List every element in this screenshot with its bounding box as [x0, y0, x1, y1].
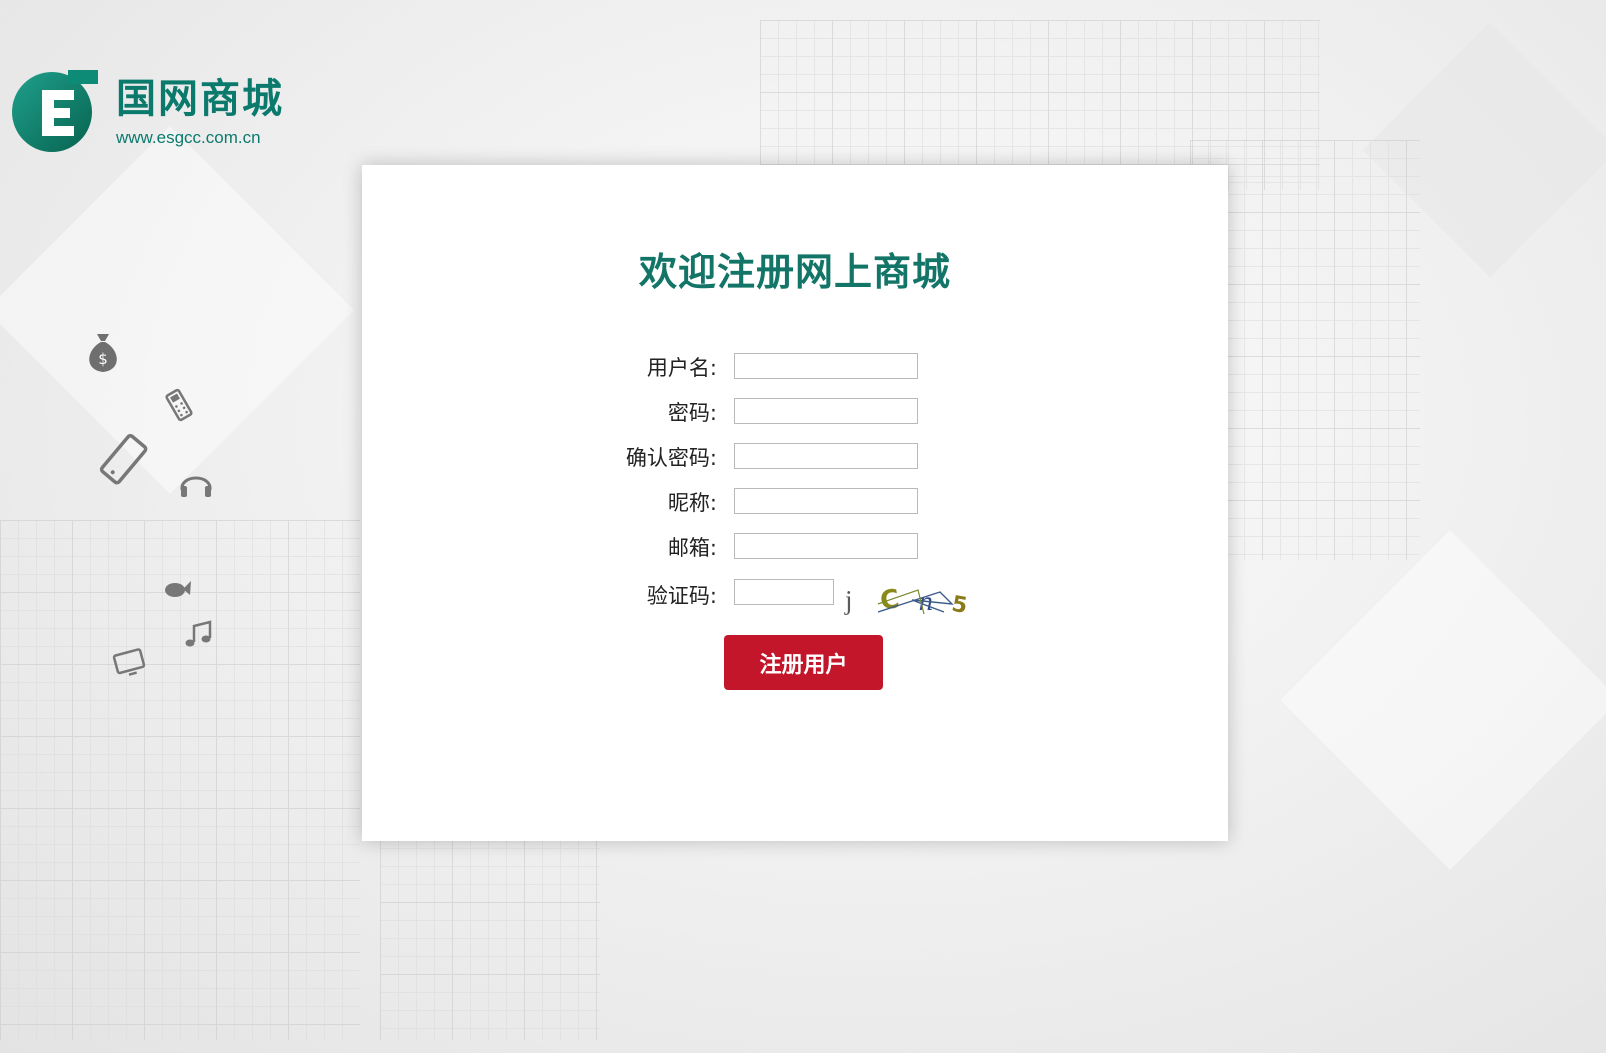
- nickname-label: 昵称:: [667, 491, 717, 515]
- svg-text:$: $: [98, 350, 108, 368]
- nickname-input[interactable]: [734, 488, 918, 514]
- username-input[interactable]: [734, 353, 918, 379]
- confirm-password-input[interactable]: [734, 443, 918, 469]
- background-diamond: [0, 126, 354, 494]
- username-label: 用户名:: [646, 356, 717, 380]
- music-note-icon: [185, 620, 212, 647]
- tv-icon: [112, 648, 146, 676]
- money-bag-icon: $: [89, 334, 117, 372]
- captcha-label: 验证码:: [646, 584, 717, 608]
- background-blueprint: [380, 830, 600, 1040]
- password-label: 密码:: [667, 401, 717, 425]
- register-submit-button[interactable]: 注册用户: [724, 635, 883, 690]
- captcha-image[interactable]: jCn5 j C n 5: [840, 578, 990, 620]
- password-input[interactable]: [734, 398, 918, 424]
- captcha-char: 5: [950, 592, 969, 619]
- calculator-icon: [165, 388, 193, 422]
- headphones-icon: [180, 476, 212, 497]
- brand-name: 国网商城: [116, 76, 284, 122]
- captcha-char: j: [844, 585, 853, 615]
- site-logo[interactable]: 国网商城 www.esgcc.com.cn: [12, 68, 284, 154]
- smartphone-icon: [99, 434, 148, 485]
- register-panel: 欢迎注册网上商城 用户名: 密码: 确认密码: 昵称: 邮箱: 验证码: jCn…: [362, 165, 1228, 841]
- brand-url: www.esgcc.com.cn: [116, 128, 261, 147]
- email-input[interactable]: [734, 533, 918, 559]
- fish-icon: [165, 581, 191, 597]
- page-title: 欢迎注册网上商城: [638, 250, 951, 294]
- email-label: 邮箱:: [667, 536, 717, 560]
- logo-e-icon: [12, 70, 98, 152]
- confirm-password-label: 确认密码:: [625, 446, 717, 470]
- captcha-input[interactable]: [734, 579, 834, 605]
- background-diamond: [1280, 530, 1606, 870]
